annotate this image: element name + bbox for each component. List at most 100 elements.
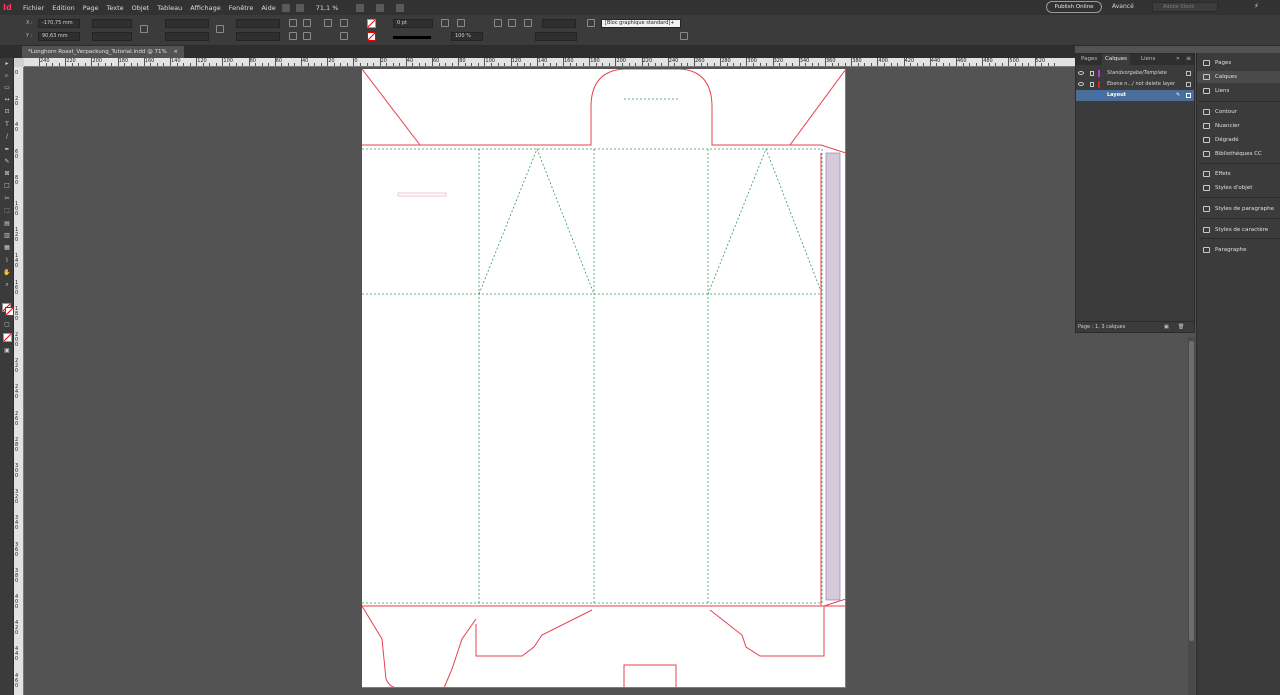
height-field[interactable] — [92, 32, 132, 41]
arrange-documents-icon[interactable] — [396, 3, 405, 12]
corner-field[interactable] — [535, 32, 577, 41]
select-container-icon[interactable] — [324, 19, 332, 27]
stroke-tool-swatch[interactable] — [5, 307, 14, 316]
rectangle-tool-icon[interactable]: □ — [3, 182, 11, 189]
hand-tool-icon[interactable]: ✋ — [3, 269, 11, 276]
layer-row-layout[interactable]: Layout ✎ — [1076, 90, 1194, 101]
fill-swatch[interactable] — [367, 19, 376, 28]
rectangle-frame-tool-icon[interactable]: ⊠ — [3, 170, 11, 177]
scale-x-field[interactable] — [165, 19, 209, 28]
stroke-swatch[interactable] — [367, 32, 376, 41]
panel-menu-icon[interactable]: ≡ — [1186, 55, 1191, 62]
menu-edition[interactable]: Edition — [52, 4, 75, 12]
gradient-swatch-tool-icon[interactable]: ▤ — [3, 220, 11, 227]
dock-styles-paragraphe[interactable]: Styles de paragraphe — [1197, 203, 1280, 215]
eyedropper-tool-icon[interactable]: ⌇ — [3, 257, 11, 264]
layer-row-template[interactable]: Standvorgabe/Template — [1076, 68, 1194, 79]
distribute-icon[interactable] — [524, 19, 532, 27]
stroke-weight-field[interactable]: 0 pt — [393, 19, 433, 28]
flip-horizontal-icon[interactable] — [289, 32, 297, 40]
align-center-icon[interactable] — [508, 19, 516, 27]
tab-liens[interactable]: Liens — [1138, 54, 1158, 65]
object-style-icon[interactable] — [587, 19, 595, 27]
y-position-field[interactable]: 90,63 mm — [38, 32, 80, 41]
stock-icon[interactable] — [295, 3, 304, 12]
close-tab-icon[interactable]: × — [173, 49, 178, 55]
screen-mode-tool-icon[interactable]: ▣ — [3, 347, 11, 354]
trash-icon[interactable]: 🗑 — [1178, 322, 1184, 333]
apply-none-icon[interactable] — [3, 333, 12, 342]
menu-page[interactable]: Page — [83, 4, 99, 12]
new-layer-icon[interactable]: ▣ — [1164, 322, 1169, 333]
layer-target-icon[interactable] — [1186, 93, 1191, 98]
dock-effets[interactable]: Effets — [1197, 168, 1280, 180]
scissors-tool-icon[interactable]: ✂ — [3, 195, 11, 202]
free-transform-tool-icon[interactable]: ⬚ — [3, 207, 11, 214]
zoom-tool-icon[interactable]: ⌕ — [3, 281, 11, 288]
constrain-scale-icon[interactable] — [216, 25, 224, 33]
page-tool-icon[interactable]: ▭ — [3, 84, 11, 91]
menu-fichier[interactable]: Fichier — [23, 4, 44, 12]
dock-liens[interactable]: Liens — [1197, 85, 1280, 97]
flip-vertical-icon[interactable] — [303, 32, 311, 40]
visibility-eye-icon[interactable] — [1078, 71, 1084, 75]
content-collector-icon[interactable]: ⊡ — [3, 108, 11, 115]
menu-tableau[interactable]: Tableau — [157, 4, 182, 12]
dock-styles-objet[interactable]: Styles d'objet — [1197, 182, 1280, 194]
layer-target-icon[interactable] — [1186, 71, 1191, 76]
quick-apply-icon[interactable] — [680, 32, 688, 40]
vertical-ruler[interactable]: 0 20 40 60 80 100 120 140 160 180 200 220 240 260 280 3… — [14, 67, 24, 695]
layer-target-icon[interactable] — [1186, 82, 1191, 87]
tab-pages[interactable]: Pages — [1078, 54, 1100, 65]
scale-y-field[interactable] — [165, 32, 209, 41]
dock-contour[interactable]: Contour — [1197, 106, 1280, 118]
tab-calques[interactable]: Calques — [1102, 54, 1130, 65]
view-options-icon[interactable] — [356, 3, 365, 12]
screen-mode-icon[interactable] — [376, 3, 385, 12]
bridge-icon[interactable] — [281, 3, 290, 12]
collapse-panel-icon[interactable]: » — [1176, 55, 1180, 62]
spacing-field[interactable] — [542, 19, 576, 28]
document-tab[interactable]: *Longhorn Roast_Verpackung_Tutorial.indd… — [22, 46, 185, 58]
text-wrap-icon[interactable] — [441, 19, 449, 27]
rotate-cw-icon[interactable] — [289, 19, 297, 27]
pen-tool-icon[interactable]: ✒ — [3, 146, 11, 153]
menu-fenetre[interactable]: Fenêtre — [229, 4, 254, 12]
stroke-type-preview[interactable] — [393, 36, 431, 39]
document-page[interactable] — [362, 69, 846, 688]
menu-texte[interactable]: Texte — [107, 4, 124, 12]
workspace-switcher[interactable]: Avancé — [1112, 3, 1134, 10]
dock-pages[interactable]: Pages — [1197, 57, 1280, 69]
pencil-tool-icon[interactable]: ✎ — [3, 158, 11, 165]
layer-row-protected[interactable]: Ebene n.../ not delete layer — [1076, 79, 1194, 90]
dock-paragraphe[interactable]: Paragraphe — [1197, 244, 1280, 256]
type-tool-icon[interactable]: T — [3, 121, 11, 128]
gradient-feather-tool-icon[interactable]: ▥ — [3, 232, 11, 239]
lock-icon[interactable] — [1090, 82, 1094, 87]
line-tool-icon[interactable]: / — [3, 133, 11, 140]
object-style-select[interactable]: [Bloc graphique standard]+ — [601, 19, 681, 28]
opacity-field[interactable]: 100 % — [451, 32, 483, 41]
rotation-field[interactable] — [236, 19, 280, 28]
menu-affichage[interactable]: Affichage — [190, 4, 221, 12]
dock-degrade[interactable]: Dégradé — [1197, 134, 1280, 146]
select-content-icon[interactable] — [340, 19, 348, 27]
note-tool-icon[interactable]: ▦ — [3, 244, 11, 251]
dock-nuancier[interactable]: Nuancier — [1197, 120, 1280, 132]
dock-bibliotheques[interactable]: Bibliothèques CC — [1197, 148, 1280, 160]
direct-selection-tool-icon[interactable]: ▹ — [3, 72, 11, 79]
dock-styles-caractere[interactable]: Styles de caractère — [1197, 224, 1280, 236]
horizontal-ruler[interactable]: 240 220 200 180 160 140 120 100 80 60 40 20 0 20 40 60 8… — [24, 58, 1075, 67]
rotate-ccw-icon[interactable] — [303, 19, 311, 27]
frame-fitting-icon[interactable] — [457, 19, 465, 27]
ruler-origin[interactable] — [14, 58, 24, 67]
lock-icon[interactable] — [1090, 71, 1094, 76]
zoom-level[interactable]: 71,1 % — [316, 4, 339, 12]
constrain-proportions-icon[interactable] — [140, 25, 148, 33]
formatting-container-icon[interactable]: ▢ — [3, 321, 11, 328]
stock-search-input[interactable]: Adobe Stock — [1152, 2, 1218, 12]
vertical-scrollbar[interactable] — [1188, 337, 1195, 695]
select-next-icon[interactable] — [340, 32, 348, 40]
shear-field[interactable] — [236, 32, 280, 41]
scrollbar-thumb[interactable] — [1189, 341, 1194, 641]
